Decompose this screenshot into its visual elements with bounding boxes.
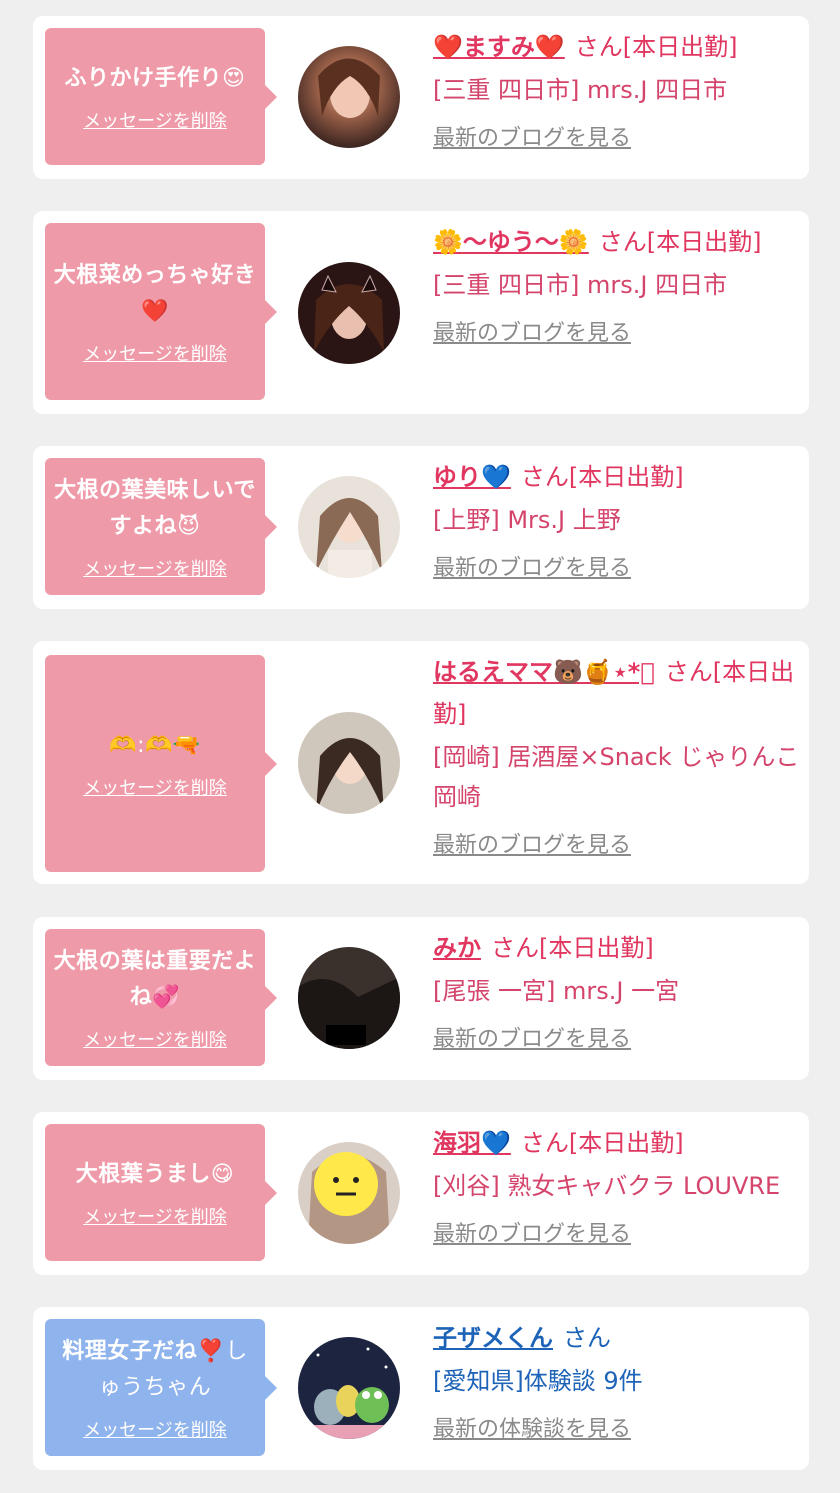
- name-line: ゆり💙 さん[本日出勤]: [433, 456, 801, 498]
- blog-link[interactable]: 最新のブログを見る: [433, 550, 631, 582]
- profile-info: ゆり💙 さん[本日出勤] [上野] Mrs.J 上野 最新のブログを見る: [433, 456, 801, 582]
- honorific-status: さん: [563, 1324, 611, 1352]
- name-line: 子ザメくん さん: [433, 1317, 801, 1359]
- profile-info: 🌼〜ゆう〜🌼 さん[本日出勤] [三重 四日市] mrs.J 四日市 最新のブログ…: [433, 221, 801, 347]
- delete-message-link[interactable]: メッセージを削除: [83, 107, 227, 133]
- name-line: 海羽💙 さん[本日出勤]: [433, 1122, 801, 1164]
- message-bubble: ふりかけ手作り😍 メッセージを削除: [45, 28, 277, 165]
- avatar[interactable]: [298, 1142, 400, 1244]
- blog-link[interactable]: 最新のブログを見る: [433, 1021, 631, 1053]
- delete-message-link[interactable]: メッセージを削除: [83, 340, 227, 366]
- blog-link[interactable]: 最新のブログを見る: [433, 827, 631, 859]
- message-card: 大根の葉は重要だよね💞 メッセージを削除 みか さん[本日出勤] [尾張 一宮] …: [33, 917, 809, 1080]
- profile-info: みか さん[本日出勤] [尾張 一宮] mrs.J 一宮 最新のブログを見る: [433, 927, 801, 1053]
- message-bubble: 大根菜めっちゃ好き❤️ メッセージを削除: [45, 223, 277, 400]
- message-bubble: 大根の葉美味しいですよね😈 メッセージを削除: [45, 458, 277, 595]
- shop-name: [尾張 一宮] mrs.J 一宮: [433, 977, 680, 1005]
- message-text: 大根葉うまし😋: [75, 1161, 235, 1187]
- profile-name-link[interactable]: ゆり💙: [433, 463, 511, 491]
- profile-name-link[interactable]: ❤️ますみ❤️: [433, 33, 565, 61]
- message-card: 大根菜めっちゃ好き❤️ メッセージを削除 🌼〜ゆう〜🌼 さん[本日出勤] [三重 …: [33, 211, 809, 414]
- honorific-status: さん[本日出勤]: [598, 228, 762, 256]
- avatar[interactable]: [298, 947, 400, 1049]
- message-card: 料理女子だね❣️しゅうちゃん メッセージを削除 子ザメくん さん [愛知県]体験談…: [33, 1307, 809, 1470]
- name-line: みか さん[本日出勤]: [433, 927, 801, 969]
- message-text: 大根の葉は重要だよね💞: [53, 948, 257, 1010]
- delete-message-link[interactable]: メッセージを削除: [83, 1026, 227, 1052]
- profile-name-link[interactable]: みか: [433, 934, 481, 962]
- avatar[interactable]: [298, 1337, 400, 1439]
- shop-name: [三重 四日市] mrs.J 四日市: [433, 76, 728, 104]
- message-card: 大根葉うまし😋 メッセージを削除 海羽💙 さん[本日出勤] [刈谷] 熟女キャバク…: [33, 1112, 809, 1275]
- shop-name: [上野] Mrs.J 上野: [433, 506, 621, 534]
- message-text: 大根菜めっちゃ好き❤️: [53, 262, 257, 324]
- message-bubble: 大根の葉は重要だよね💞 メッセージを削除: [45, 929, 277, 1066]
- profile-info: はるえママ🐻🍯⋆*ﾟ さん[本日出勤] [岡崎] 居酒屋×Snack じゃりんこ岡…: [433, 651, 801, 859]
- blog-link[interactable]: 最新のブログを見る: [433, 120, 631, 152]
- honorific-status: さん[本日出勤]: [520, 1129, 684, 1157]
- message-text: 🫶:🫶🔫: [109, 732, 201, 758]
- shop-name: [愛知県]体験談 9件: [433, 1367, 643, 1395]
- message-card: ふりかけ手作り😍 メッセージを削除 ❤️ますみ❤️ さん[本日出勤] [三重 四日…: [33, 16, 809, 179]
- delete-message-link[interactable]: メッセージを削除: [83, 555, 227, 581]
- delete-message-link[interactable]: メッセージを削除: [83, 774, 227, 800]
- blog-link[interactable]: 最新のブログを見る: [433, 315, 631, 347]
- shop-name: [刈谷] 熟女キャバクラ LOUVRE: [433, 1172, 781, 1200]
- review-link[interactable]: 最新の体験談を見る: [433, 1411, 631, 1443]
- message-card: 🫶:🫶🔫 メッセージを削除 はるえママ🐻🍯⋆*ﾟ さん[本日出勤] [岡崎] 居酒…: [33, 641, 809, 884]
- delete-message-link[interactable]: メッセージを削除: [83, 1416, 227, 1442]
- avatar[interactable]: [298, 46, 400, 148]
- profile-name-link[interactable]: 海羽💙: [433, 1129, 511, 1157]
- message-text: 大根の葉美味しいですよね😈: [54, 477, 256, 539]
- profile-info: ❤️ますみ❤️ さん[本日出勤] [三重 四日市] mrs.J 四日市 最新のブロ…: [433, 26, 801, 152]
- message-bubble: 大根葉うまし😋 メッセージを削除: [45, 1124, 277, 1261]
- name-line: ❤️ますみ❤️ さん[本日出勤]: [433, 26, 801, 68]
- shop-name: [三重 四日市] mrs.J 四日市: [433, 271, 728, 299]
- message-card: 大根の葉美味しいですよね😈 メッセージを削除 ゆり💙 さん[本日出勤] [上野] …: [33, 446, 809, 609]
- profile-name-link[interactable]: 子ザメくん: [433, 1324, 553, 1352]
- name-line: 🌼〜ゆう〜🌼 さん[本日出勤]: [433, 221, 801, 263]
- avatar[interactable]: [298, 262, 400, 364]
- delete-message-link[interactable]: メッセージを削除: [83, 1203, 227, 1229]
- shop-name: [岡崎] 居酒屋×Snack じゃりんこ岡崎: [433, 743, 800, 811]
- honorific-status: さん[本日出勤]: [520, 463, 684, 491]
- profile-info: 子ザメくん さん [愛知県]体験談 9件 最新の体験談を見る: [433, 1317, 801, 1443]
- profile-name-link[interactable]: はるえママ🐻🍯⋆*ﾟ: [433, 658, 655, 686]
- message-text: ふりかけ手作り😍: [64, 65, 246, 91]
- profile-info: 海羽💙 さん[本日出勤] [刈谷] 熟女キャバクラ LOUVRE 最新のブログを見…: [433, 1122, 801, 1248]
- blog-link[interactable]: 最新のブログを見る: [433, 1216, 631, 1248]
- message-text: 料理女子だね❣️しゅうちゃん: [62, 1338, 248, 1400]
- name-line: はるえママ🐻🍯⋆*ﾟ さん[本日出勤]: [433, 651, 801, 735]
- honorific-status: さん[本日出勤]: [491, 934, 654, 962]
- profile-name-link[interactable]: 🌼〜ゆう〜🌼: [433, 228, 589, 256]
- message-bubble: 🫶:🫶🔫 メッセージを削除: [45, 655, 277, 872]
- avatar[interactable]: [298, 712, 400, 814]
- avatar[interactable]: [298, 476, 400, 578]
- message-bubble: 料理女子だね❣️しゅうちゃん メッセージを削除: [45, 1319, 277, 1456]
- honorific-status: さん[本日出勤]: [574, 33, 738, 61]
